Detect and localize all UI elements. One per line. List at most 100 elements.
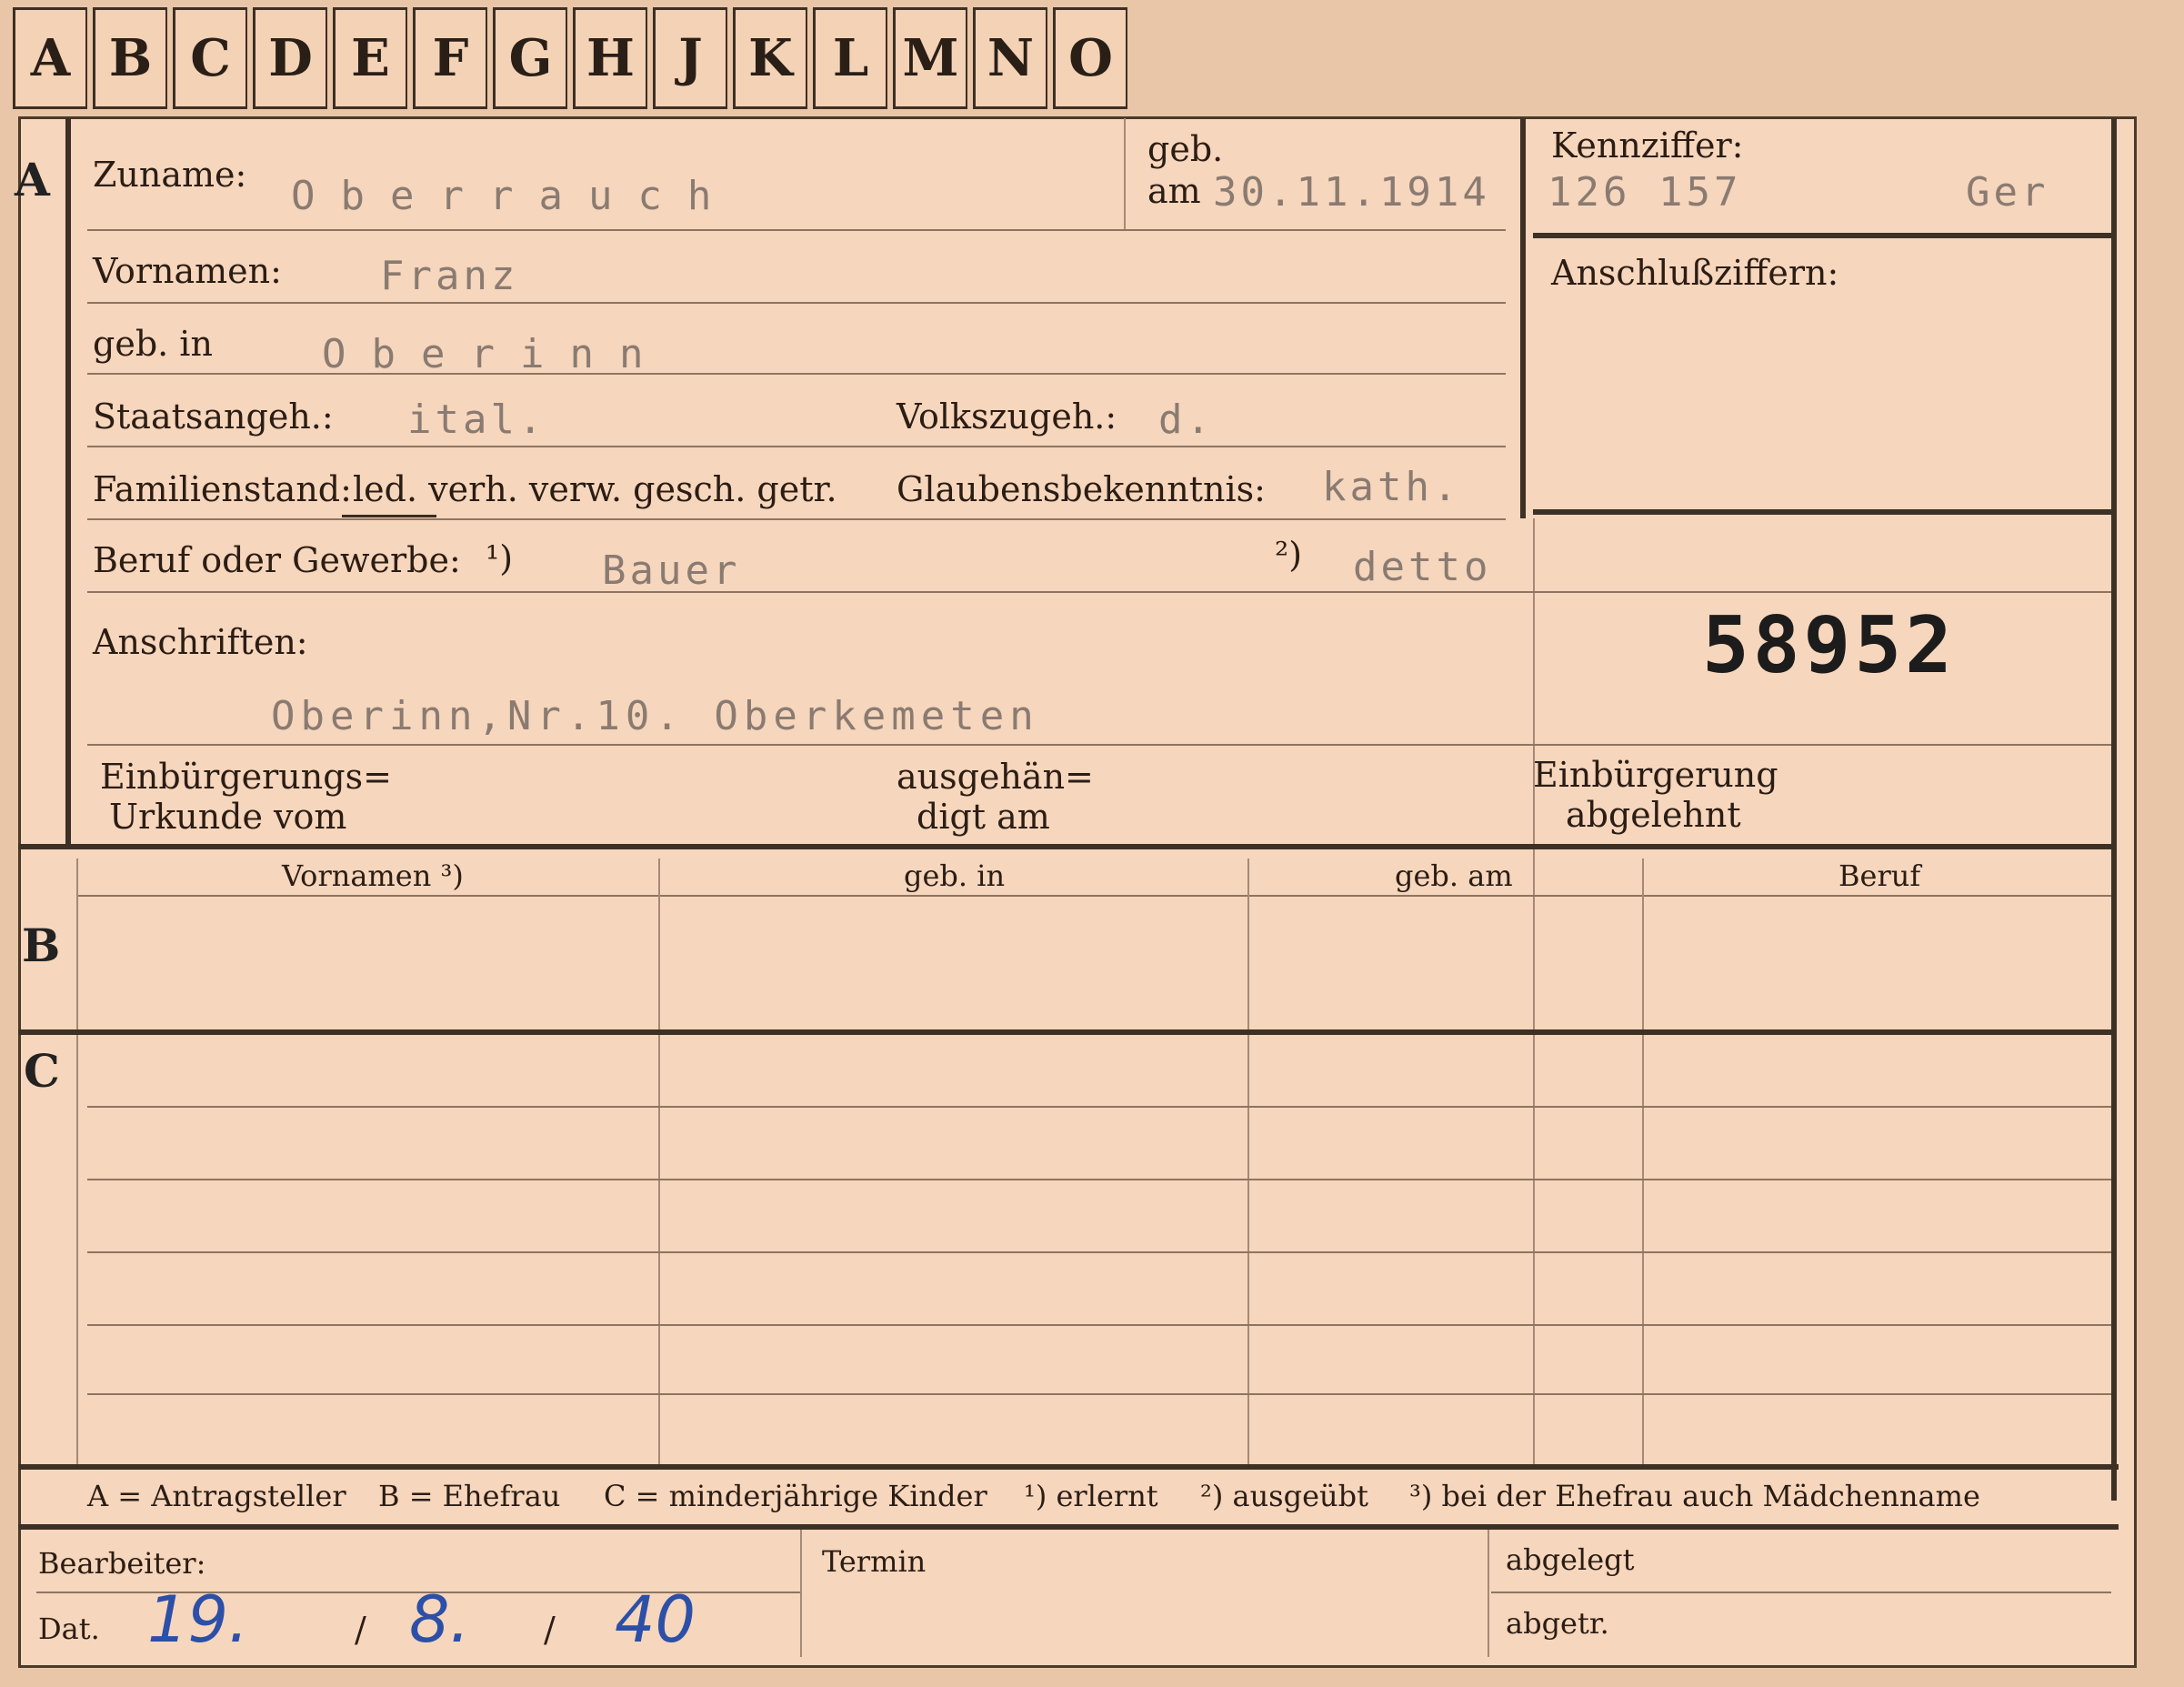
einbuergerung-abgelehnt-label-1: Einbürgerung bbox=[1533, 755, 1778, 795]
tab-e[interactable]: E bbox=[333, 7, 407, 109]
handwritten-year: 40 bbox=[615, 1582, 696, 1657]
col-header-vornamen: Vornamen ³) bbox=[282, 859, 464, 893]
col-header-gebin: geb. in bbox=[904, 859, 1006, 893]
legend-bottom bbox=[18, 1524, 2119, 1530]
tab-a[interactable]: A bbox=[13, 7, 87, 109]
footer-abgelegt-rule bbox=[1491, 1592, 2111, 1593]
tab-g[interactable]: G bbox=[493, 7, 567, 109]
tab-j[interactable]: J bbox=[653, 7, 727, 109]
vornamen-label: Vornamen: bbox=[93, 251, 282, 291]
tab-d[interactable]: D bbox=[253, 7, 327, 109]
datum-label: Dat. bbox=[38, 1612, 100, 1646]
rule-b-header bbox=[78, 895, 2111, 897]
col-divider-2 bbox=[1247, 859, 1249, 1464]
am-label: am bbox=[1147, 171, 1201, 211]
card-number: 58952 bbox=[1702, 600, 1956, 691]
anschluss-label: Anschlußziffern: bbox=[1551, 253, 1839, 293]
section-a-letter: A bbox=[15, 153, 50, 206]
termin-label: Termin bbox=[822, 1544, 927, 1579]
legend-c: C = minderjährige Kinder bbox=[604, 1479, 987, 1513]
col-divider-3 bbox=[1642, 859, 1644, 1464]
tab-m[interactable]: M bbox=[893, 7, 967, 109]
col-header-beruf: Beruf bbox=[1838, 859, 1921, 893]
vornamen-value: Franz bbox=[380, 253, 519, 299]
legend-b: B = Ehefrau bbox=[378, 1479, 561, 1513]
geb-label: geb. bbox=[1147, 129, 1224, 169]
alphabet-tab-strip: A B C D E F G H J K L M N O bbox=[13, 7, 1133, 116]
volkszugehoerigkeit-label: Volkszugeh.: bbox=[897, 397, 1117, 437]
bearbeiter-label: Bearbeiter: bbox=[38, 1546, 206, 1581]
c-row-1 bbox=[87, 1106, 2111, 1108]
footer-divider-1 bbox=[800, 1530, 802, 1657]
familienstand-label: Familienstand: bbox=[93, 469, 352, 509]
section-c-letter: C bbox=[24, 1044, 60, 1098]
zuname-label: Zuname: bbox=[93, 155, 247, 195]
tab-l[interactable]: L bbox=[813, 7, 887, 109]
date-separator-1: / bbox=[355, 1610, 366, 1650]
tab-n[interactable]: N bbox=[973, 7, 1047, 109]
volkszugehoerigkeit-value: d. bbox=[1158, 397, 1214, 443]
ausgehaendigt-label-1: ausgehän= bbox=[897, 757, 1094, 797]
beruf-label: Beruf oder Gewerbe: bbox=[93, 540, 461, 580]
col-divider-1 bbox=[658, 859, 660, 1464]
staatsangehoerigkeit-value: ital. bbox=[407, 397, 546, 443]
kennziffer-label: Kennziffer: bbox=[1551, 126, 1744, 166]
c-row-5 bbox=[87, 1393, 2111, 1395]
gebin-label: geb. in bbox=[93, 324, 213, 364]
tab-h[interactable]: H bbox=[573, 7, 647, 109]
anschriften-label: Anschriften: bbox=[93, 622, 308, 662]
anschriften-value: Oberinn,Nr.10. Oberkemeten bbox=[271, 693, 1039, 739]
main-right-divider bbox=[1533, 518, 1535, 1464]
rule-familienstand bbox=[87, 518, 1506, 520]
footer-divider-2 bbox=[1488, 1530, 1489, 1657]
rule-anschrift bbox=[87, 744, 2111, 746]
c-row-4 bbox=[87, 1324, 2111, 1326]
legend-note-2: ²) ausgeübt bbox=[1200, 1479, 1368, 1513]
section-c-bottom bbox=[18, 1464, 2119, 1470]
legend-note-3: ³) bei der Ehefrau auch Mädchenname bbox=[1409, 1479, 1980, 1513]
beruf-footnote-1: ¹) bbox=[486, 538, 514, 578]
tab-f[interactable]: F bbox=[413, 7, 487, 109]
legend-a: A = Antragsteller bbox=[87, 1479, 346, 1513]
beruf-footnote-2: ²) bbox=[1275, 535, 1303, 575]
section-bc-left-rule bbox=[76, 859, 78, 1464]
handwritten-day: 19. bbox=[147, 1582, 249, 1657]
zuname-value: Oberrauch bbox=[291, 173, 737, 219]
geb-divider bbox=[1124, 118, 1126, 229]
ausgehaendigt-label-2: digt am bbox=[917, 797, 1050, 837]
geb-date-value: 30.11.1914 bbox=[1213, 169, 1490, 216]
section-a-left-rule bbox=[65, 118, 71, 846]
glaubensbekenntnis-label: Glaubensbekenntnis: bbox=[897, 469, 1266, 509]
handwritten-month: 8. bbox=[409, 1582, 470, 1657]
familienstand-options: led. verh. verw. gesch. getr. bbox=[353, 469, 837, 509]
familienstand-selected-mark bbox=[342, 515, 436, 517]
beruf-erlernt-value: Bauer bbox=[602, 547, 741, 594]
section-b-letter: B bbox=[22, 919, 61, 972]
einbuergerung-abgelehnt-label-2: abgelehnt bbox=[1566, 795, 1741, 835]
tab-c[interactable]: C bbox=[173, 7, 247, 109]
col-header-gebam: geb. am bbox=[1395, 859, 1513, 893]
rule-kennziffer bbox=[1533, 233, 2111, 238]
abgetragen-label: abgetr. bbox=[1506, 1606, 1609, 1641]
kennziffer-value: 126 157 bbox=[1548, 169, 1742, 216]
card-right-rule bbox=[2111, 118, 2117, 1501]
kennziffer-box-left bbox=[1520, 118, 1526, 518]
legend-note-1: ¹) erlernt bbox=[1024, 1479, 1158, 1513]
rule-vornamen bbox=[87, 302, 1506, 304]
gebin-value: Oberinn bbox=[322, 331, 669, 377]
rule-staat bbox=[87, 446, 1506, 447]
rule-beruf bbox=[87, 591, 2111, 593]
tab-o[interactable]: O bbox=[1053, 7, 1127, 109]
section-a-bottom bbox=[18, 844, 2113, 849]
c-row-3 bbox=[87, 1251, 2111, 1253]
tab-b[interactable]: B bbox=[93, 7, 167, 109]
rule-zuname bbox=[87, 229, 1506, 231]
rule-anschluss-bottom bbox=[1533, 509, 2111, 515]
kennziffer-suffix: Ger bbox=[1966, 169, 2049, 216]
beruf-ausgeuebt-value: detto bbox=[1353, 544, 1492, 590]
einbuergerungsurkunde-label-2: Urkunde vom bbox=[109, 797, 347, 837]
c-row-2 bbox=[87, 1179, 2111, 1180]
staatsangehoerigkeit-label: Staatsangeh.: bbox=[93, 397, 334, 437]
section-b-bottom bbox=[18, 1029, 2113, 1035]
tab-k[interactable]: K bbox=[733, 7, 807, 109]
